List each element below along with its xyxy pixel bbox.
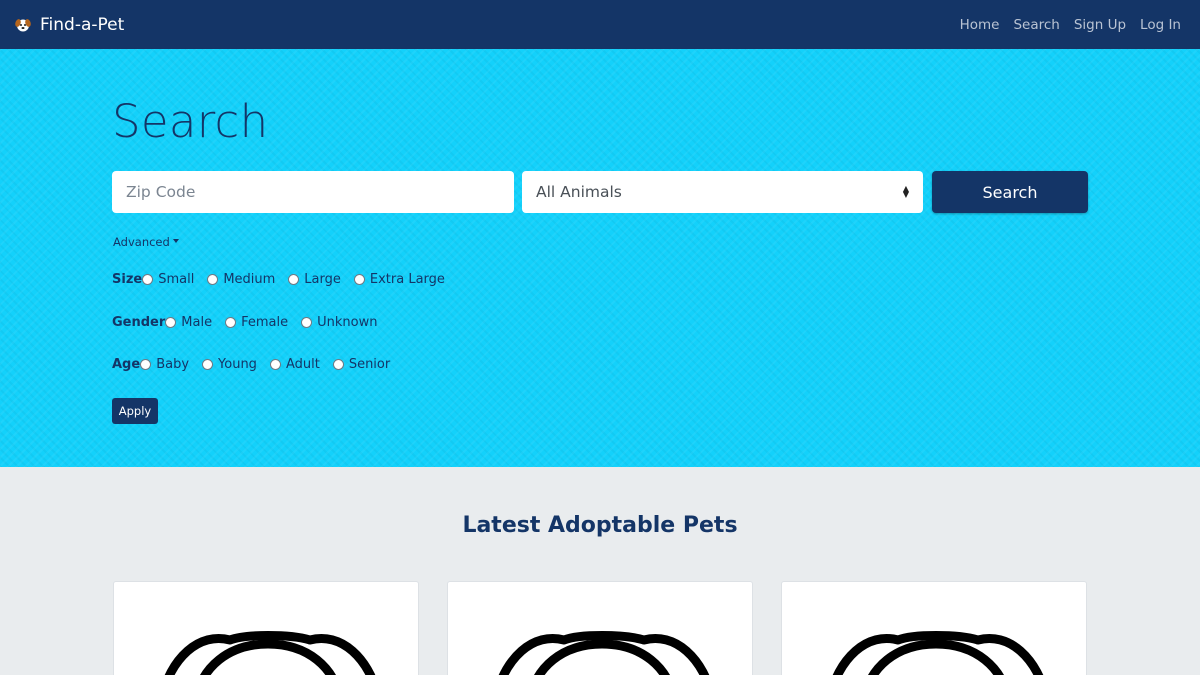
radio-label: Small: [158, 272, 195, 287]
page-title: Search: [112, 95, 269, 148]
radio-label: Extra Large: [369, 272, 445, 287]
animal-type-select[interactable]: All Animals ▲ ▼: [522, 171, 923, 213]
brand-name: Find-a-Pet: [40, 14, 125, 35]
radio-button[interactable]: [353, 274, 365, 285]
radio-label: Young: [218, 357, 257, 372]
search-form: All Animals ▲▼ Search: [112, 171, 1088, 214]
gender-filter-label: Gender: [112, 315, 166, 330]
pet-card[interactable]: [113, 581, 419, 675]
radio-label: Female: [241, 315, 289, 330]
gender-filter: Gender Male Female Unknown: [112, 315, 390, 330]
radio-label: Baby: [156, 357, 190, 372]
age-filter-label: Age: [112, 357, 141, 372]
zip-code-input[interactable]: [112, 171, 514, 213]
size-option-medium[interactable]: Medium: [207, 272, 275, 287]
nav-home-link[interactable]: Home: [960, 17, 1000, 33]
pet-card[interactable]: [447, 581, 753, 675]
radio-label: Medium: [223, 272, 276, 287]
radio-label: Unknown: [317, 315, 378, 330]
dog-placeholder-icon: [498, 631, 710, 675]
pet-cards: [113, 581, 1087, 675]
radio-button[interactable]: [140, 359, 152, 370]
nav-login-link[interactable]: Log In: [1140, 17, 1181, 33]
radio-button[interactable]: [225, 317, 237, 328]
gender-option-unknown[interactable]: Unknown: [301, 315, 377, 330]
latest-pets-section: Latest Adoptable Pets: [0, 467, 1200, 675]
size-option-extra-large[interactable]: Extra Large: [353, 272, 445, 287]
radio-button[interactable]: [142, 274, 154, 285]
gender-option-male[interactable]: Male: [165, 315, 212, 330]
animal-select-value: All Animals: [536, 183, 622, 201]
brand-link[interactable]: Find-a-Pet: [14, 15, 124, 35]
radio-button[interactable]: [202, 359, 214, 370]
search-button[interactable]: Search: [932, 171, 1088, 213]
dog-face-icon: [14, 16, 32, 34]
nav-signup-link[interactable]: Sign Up: [1074, 17, 1126, 33]
radio-label: Male: [181, 315, 213, 330]
radio-label: Senior: [348, 357, 391, 372]
select-updown-icon: ▲ ▼: [902, 184, 909, 199]
nav-links: Home Search Sign Up Log In: [960, 17, 1181, 33]
gender-option-female[interactable]: Female: [225, 315, 288, 330]
age-option-adult[interactable]: Adult: [269, 357, 320, 372]
navbar: Find-a-Pet Home Search Sign Up Log In: [0, 0, 1200, 49]
age-option-young[interactable]: Young: [202, 357, 257, 372]
age-filter: Age Baby Young Adult Senior: [112, 357, 403, 372]
dog-placeholder-icon: [832, 631, 1044, 675]
radio-button[interactable]: [332, 359, 344, 370]
radio-button[interactable]: [288, 274, 300, 285]
size-option-large[interactable]: Large: [288, 272, 341, 287]
radio-label: Adult: [285, 357, 320, 372]
dog-placeholder-icon: [164, 631, 376, 675]
advanced-toggle[interactable]: Advanced: [113, 235, 179, 249]
advanced-label: Advanced: [113, 235, 170, 249]
apply-button[interactable]: Apply: [112, 398, 158, 424]
caret-down-icon: [172, 239, 179, 243]
radio-button[interactable]: [269, 359, 281, 370]
radio-button[interactable]: [207, 274, 219, 285]
size-filter: Size Small Medium Large Extra Large: [112, 272, 458, 287]
pet-card[interactable]: [781, 581, 1087, 675]
age-option-senior[interactable]: Senior: [332, 357, 391, 372]
radio-button[interactable]: [165, 317, 177, 328]
search-hero: Search All Animals ▲▼ Search Advanced Si…: [0, 49, 1200, 467]
radio-button[interactable]: [301, 317, 313, 328]
nav-search-link[interactable]: Search: [1013, 17, 1059, 33]
radio-label: Large: [304, 272, 341, 287]
size-option-small[interactable]: Small: [142, 272, 194, 287]
latest-pets-title: Latest Adoptable Pets: [462, 513, 738, 538]
age-option-baby[interactable]: Baby: [140, 357, 189, 372]
size-filter-label: Size: [112, 272, 143, 287]
